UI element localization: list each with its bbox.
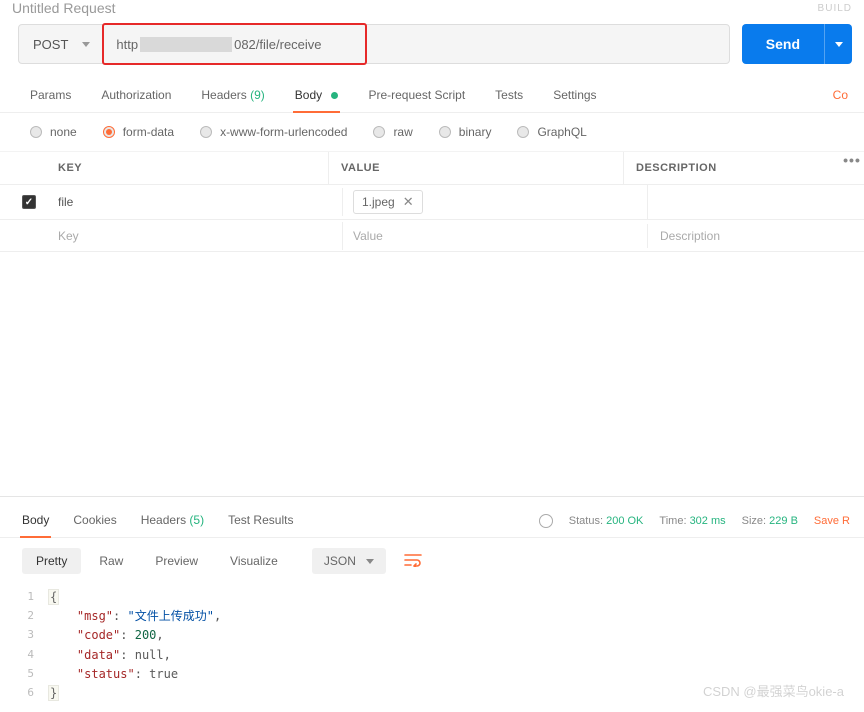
send-button[interactable]: Send — [742, 24, 824, 64]
tab-params[interactable]: Params — [28, 80, 73, 112]
kv-key-cell[interactable]: file — [58, 188, 343, 216]
body-type-binary[interactable]: binary — [439, 125, 492, 139]
radio-label: form-data — [123, 125, 174, 139]
row-checkbox[interactable] — [22, 195, 36, 209]
json-bracket: { — [48, 589, 59, 605]
more-options-icon[interactable]: ••• — [840, 152, 864, 184]
view-pretty[interactable]: Pretty — [22, 548, 81, 574]
size-label: Size: — [742, 515, 766, 527]
radio-label: binary — [459, 125, 492, 139]
url-prefix: http — [116, 37, 138, 52]
build-label: BUILD — [818, 3, 852, 14]
radio-label: GraphQL — [537, 125, 586, 139]
headers-count: (9) — [250, 88, 265, 102]
key-input[interactable]: Key — [58, 222, 343, 250]
format-value: JSON — [324, 554, 356, 568]
radio-label: x-www-form-urlencoded — [220, 125, 347, 139]
body-type-none[interactable]: none — [30, 125, 77, 139]
globe-icon[interactable] — [539, 514, 553, 528]
send-dropdown-button[interactable] — [824, 24, 852, 64]
body-type-formdata[interactable]: form-data — [103, 125, 174, 139]
radio-icon — [517, 126, 529, 138]
wrap-lines-icon[interactable] — [404, 553, 422, 570]
response-tab-cookies[interactable]: Cookies — [71, 505, 118, 537]
json-null: null — [135, 648, 164, 662]
remove-file-icon[interactable]: ✕ — [403, 194, 414, 210]
response-code[interactable]: 1{ 2 "msg": "文件上传成功", 3 "code": 200, 4 "… — [0, 584, 864, 703]
body-type-urlencoded[interactable]: x-www-form-urlencoded — [200, 125, 347, 139]
json-key: "code" — [77, 628, 120, 642]
desc-header: DESCRIPTION — [624, 152, 840, 184]
response-tab-body[interactable]: Body — [20, 505, 51, 537]
json-key: "msg" — [77, 609, 113, 623]
tab-settings[interactable]: Settings — [551, 80, 598, 112]
tab-body[interactable]: Body — [293, 80, 341, 112]
tab-prerequest[interactable]: Pre-request Script — [366, 80, 467, 112]
radio-icon — [439, 126, 451, 138]
body-type-raw[interactable]: raw — [373, 125, 412, 139]
json-string: "文件上传成功" — [127, 609, 213, 623]
tab-tests[interactable]: Tests — [493, 80, 525, 112]
json-key: "data" — [77, 648, 120, 662]
response-headers-count: (5) — [189, 513, 204, 527]
kv-value-cell[interactable]: 1.jpeg ✕ — [343, 185, 648, 219]
chevron-down-icon — [82, 42, 90, 47]
key-header: KEY — [58, 152, 329, 184]
method-value: POST — [33, 37, 68, 52]
format-select[interactable]: JSON — [312, 548, 386, 574]
url-input[interactable]: http 082/file/receive — [104, 25, 728, 63]
response-headers-label: Headers — [141, 513, 186, 527]
method-select[interactable]: POST — [19, 25, 104, 63]
view-preview[interactable]: Preview — [141, 548, 212, 574]
kv-row-new: Key Value Description — [0, 220, 864, 252]
url-suffix: 082/file/receive — [234, 37, 321, 52]
status-label: Status: — [569, 515, 603, 527]
json-bool: true — [149, 667, 178, 681]
file-name: 1.jpeg — [362, 195, 395, 209]
time-value: 302 ms — [690, 515, 726, 527]
chevron-down-icon — [366, 559, 374, 564]
request-title: Untitled Request — [12, 0, 116, 16]
kv-desc-cell[interactable] — [648, 195, 864, 209]
tab-body-label: Body — [295, 88, 322, 102]
request-url-bar: POST http 082/file/receive — [18, 24, 730, 64]
json-key: "status" — [77, 667, 135, 681]
tab-headers-label: Headers — [201, 88, 246, 102]
json-bracket: } — [48, 685, 59, 701]
response-tab-headers[interactable]: Headers (5) — [139, 505, 206, 537]
cookies-link[interactable]: Co — [831, 80, 850, 112]
radio-label: raw — [393, 125, 412, 139]
radio-icon — [373, 126, 385, 138]
file-chip: 1.jpeg ✕ — [353, 190, 423, 214]
save-response-link[interactable]: Save R — [814, 515, 850, 527]
radio-icon — [200, 126, 212, 138]
time-label: Time: — [659, 515, 686, 527]
view-visualize[interactable]: Visualize — [216, 548, 292, 574]
response-tab-test-results[interactable]: Test Results — [226, 505, 295, 537]
kv-header-row: KEY VALUE DESCRIPTION ••• — [0, 152, 864, 185]
json-number: 200 — [135, 628, 157, 642]
radio-label: none — [50, 125, 77, 139]
desc-input[interactable]: Description — [648, 222, 864, 250]
tab-authorization[interactable]: Authorization — [99, 80, 173, 112]
value-input[interactable]: Value — [343, 224, 648, 248]
status-dot-icon — [331, 92, 338, 99]
kv-row: file 1.jpeg ✕ — [0, 185, 864, 220]
value-header: VALUE — [329, 152, 624, 184]
status-value: 200 OK — [606, 515, 643, 527]
tab-headers[interactable]: Headers (9) — [199, 80, 266, 112]
size-value: 229 B — [769, 515, 798, 527]
body-type-graphql[interactable]: GraphQL — [517, 125, 586, 139]
redacted-segment — [140, 37, 232, 52]
radio-icon — [30, 126, 42, 138]
view-raw[interactable]: Raw — [85, 548, 137, 574]
radio-icon — [103, 126, 115, 138]
